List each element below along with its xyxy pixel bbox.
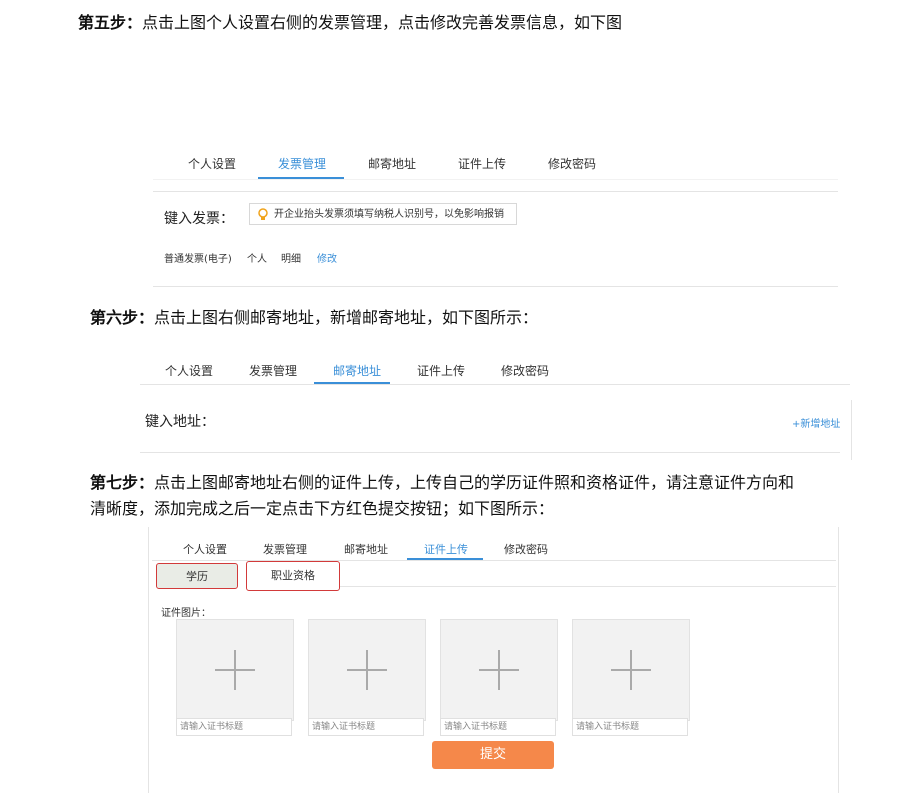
invoice-edit-link[interactable]: 修改 <box>317 250 337 265</box>
step7-instruction: 第七步：点击上图邮寄地址右侧的证件上传，上传自己的学历证件照和资格证件，请注意证… <box>90 470 794 522</box>
step6-text: 点击上图右侧邮寄地址，新增邮寄地址，如下图所示： <box>154 308 539 327</box>
tab-personal-settings[interactable]: 个人设置 <box>183 541 227 557</box>
panel3-left-border <box>148 527 149 793</box>
address-title: 键入地址： <box>145 414 215 430</box>
step5-instruction: 第五步：点击上图个人设置右侧的发票管理，点击修改完善发票信息，如下图 <box>78 10 622 36</box>
professional-qualification-tab[interactable]: 职业资格 <box>246 561 340 591</box>
panel2-divider <box>140 384 850 385</box>
tab-personal-settings[interactable]: 个人设置 <box>188 155 236 172</box>
panel1-bottom-line <box>153 286 838 287</box>
certificate-image-label: 证件图片： <box>161 608 211 619</box>
panel3-segment-line <box>340 586 836 587</box>
certificate-title-input-2[interactable]: 请输入证书标题 <box>308 718 424 736</box>
certificate-title-input-3[interactable]: 请输入证书标题 <box>440 718 556 736</box>
plus-icon-vertical <box>630 650 632 690</box>
tab-change-password[interactable]: 修改密码 <box>504 541 548 557</box>
panel1-divider <box>153 179 838 180</box>
upload-slot-1[interactable] <box>176 619 294 721</box>
add-address-link[interactable]: +新增地址 <box>792 415 840 430</box>
invoice-owner: 个人 <box>247 254 267 265</box>
invoice-type: 普通发票(电子) <box>164 254 232 265</box>
certificate-title-input-4[interactable]: 请输入证书标题 <box>572 718 688 736</box>
step6-prefix: 第六步： <box>90 308 155 327</box>
panel1-divider-2 <box>153 191 838 192</box>
upload-slot-3[interactable] <box>440 619 558 721</box>
panel3-right-border <box>838 527 839 793</box>
plus-icon-vertical <box>366 650 368 690</box>
tab-change-password[interactable]: 修改密码 <box>548 155 596 172</box>
submit-button[interactable]: 提交 <box>432 741 554 769</box>
tab-change-password[interactable]: 修改密码 <box>501 362 549 379</box>
step7-line1: 点击上图邮寄地址右侧的证件上传，上传自己的学历证件照和资格证件，请注意证件方向和 <box>154 473 795 492</box>
step5-text: 点击上图个人设置右侧的发票管理，点击修改完善发票信息，如下图 <box>142 13 623 32</box>
invoice-title: 键入发票： <box>164 211 234 227</box>
invoice-tip-text: 开企业抬头发票须填写纳税人识别号，以免影响报销 <box>274 209 504 220</box>
certificate-title-input-1[interactable]: 请输入证书标题 <box>176 718 292 736</box>
tab-invoice-management[interactable]: 发票管理 <box>278 155 326 172</box>
panel2-bottom-line <box>140 452 840 453</box>
invoice-detail: 明细 <box>281 254 301 265</box>
education-tab[interactable]: 学历 <box>156 563 238 589</box>
tab-personal-settings[interactable]: 个人设置 <box>165 362 213 379</box>
plus-icon-vertical <box>498 650 500 690</box>
step7-prefix: 第七步： <box>90 473 155 492</box>
tab-mailing-address[interactable]: 邮寄地址 <box>333 362 381 379</box>
plus-icon-vertical <box>234 650 236 690</box>
upload-slot-2[interactable] <box>308 619 426 721</box>
upload-slot-4[interactable] <box>572 619 690 721</box>
step5-prefix: 第五步： <box>78 13 143 32</box>
panel2-right-border <box>851 400 852 460</box>
step7-line2: 清晰度，添加完成之后一定点击下方红色提交按钮；如下图所示： <box>90 499 555 518</box>
tab-invoice-management[interactable]: 发票管理 <box>249 362 297 379</box>
tab-certificate-upload[interactable]: 证件上传 <box>458 155 506 172</box>
tab-certificate-upload[interactable]: 证件上传 <box>417 362 465 379</box>
step6-instruction: 第六步：点击上图右侧邮寄地址，新增邮寄地址，如下图所示： <box>90 305 538 331</box>
tab-mailing-address[interactable]: 邮寄地址 <box>368 155 416 172</box>
lightbulb-icon <box>258 208 268 220</box>
tab-invoice-management[interactable]: 发票管理 <box>263 541 307 557</box>
tab-mailing-address[interactable]: 邮寄地址 <box>344 541 388 557</box>
invoice-tip: 开企业抬头发票须填写纳税人识别号，以免影响报销 <box>249 203 517 225</box>
tab-certificate-upload[interactable]: 证件上传 <box>424 541 468 557</box>
